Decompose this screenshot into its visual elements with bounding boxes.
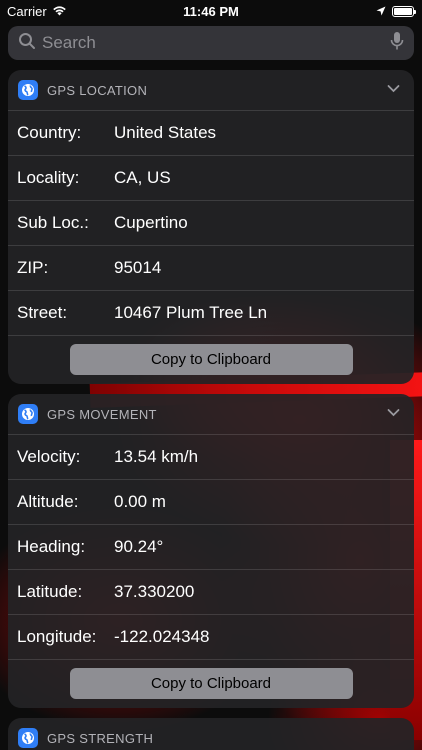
clock: 11:46 PM [183, 4, 239, 19]
widget-gps-movement: GPS MOVEMENT Velocity: 13.54 km/h Altitu… [8, 394, 414, 708]
row-zip: ZIP: 95014 [8, 245, 414, 290]
row-label: Longitude: [17, 627, 97, 646]
widget-header[interactable]: GPS MOVEMENT [8, 394, 414, 434]
row-value: 0.00 m [114, 492, 166, 511]
row-label: Locality: [17, 168, 80, 187]
chevron-down-icon[interactable] [387, 406, 400, 424]
row-value: CA, US [114, 168, 171, 187]
battery-level [394, 8, 412, 15]
search-input[interactable]: Search [42, 33, 390, 53]
row-locality: Locality: CA, US [8, 155, 414, 200]
copy-to-clipboard-button[interactable]: Copy to Clipboard [69, 668, 353, 699]
row-label: Street: [17, 303, 68, 322]
row-latitude: Latitude: 37.330200 [8, 569, 414, 614]
row-label: Altitude: [17, 492, 79, 511]
row-country: Country: United States [8, 110, 414, 155]
row-label: Heading: [17, 537, 86, 556]
widget-title: GPS STRENGTH [47, 730, 154, 746]
globe-icon [18, 728, 38, 748]
row-sub-locality: Sub Loc.: Cupertino [8, 200, 414, 245]
row-label: Country: [17, 123, 82, 142]
widget-gps-location: GPS LOCATION Country: United States Loca… [8, 70, 414, 384]
row-value: 13.54 km/h [114, 447, 199, 466]
row-velocity: Velocity: 13.54 km/h [8, 434, 414, 479]
row-label: Latitude: [17, 582, 83, 601]
search-icon [18, 32, 36, 55]
row-value: -122.024348 [114, 627, 210, 646]
copy-to-clipboard-button[interactable]: Copy to Clipboard [69, 344, 353, 375]
widget-header[interactable]: GPS LOCATION [8, 70, 414, 110]
widget-title: GPS MOVEMENT [47, 406, 157, 422]
row-label: Sub Loc.: [17, 213, 89, 232]
row-label: ZIP: [17, 258, 49, 277]
widget-header[interactable]: GPS STRENGTH [8, 718, 414, 750]
widget-gps-strength: GPS STRENGTH [8, 718, 414, 750]
row-value: 37.330200 [114, 582, 195, 601]
widget-title: GPS LOCATION [47, 82, 148, 98]
row-altitude: Altitude: 0.00 m [8, 479, 414, 524]
copy-button-wrap: Copy to Clipboard [8, 335, 414, 383]
row-longitude: Longitude: -122.024348 [8, 614, 414, 659]
status-bar: Carrier 11:46 PM [0, 0, 422, 22]
row-value: 95014 [114, 258, 162, 277]
row-value: 90.24° [114, 537, 164, 556]
row-heading: Heading: 90.24° [8, 524, 414, 569]
chevron-down-icon[interactable] [387, 82, 400, 100]
globe-icon [18, 80, 38, 100]
globe-icon [18, 404, 38, 424]
row-street: Street: 10467 Plum Tree Ln [8, 290, 414, 335]
status-right [376, 4, 416, 19]
row-value: 10467 Plum Tree Ln [114, 303, 268, 322]
search-bar[interactable]: Search [8, 26, 414, 60]
row-label: Velocity: [17, 447, 81, 466]
row-value: United States [114, 123, 217, 142]
copy-button-wrap: Copy to Clipboard [8, 659, 414, 707]
microphone-icon[interactable] [390, 31, 404, 56]
location-arrow-icon [376, 4, 386, 19]
battery-icon [392, 6, 416, 17]
row-value: Cupertino [114, 213, 188, 232]
